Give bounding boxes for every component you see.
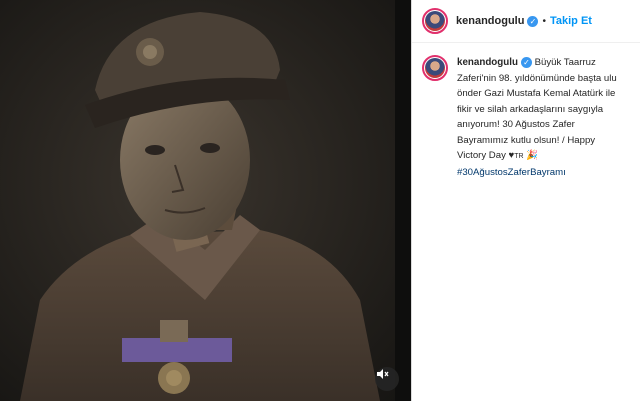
caption-text: Büyük Taarruz Zaferi'nin 98. yıldönümünd… — [457, 57, 617, 161]
post-media[interactable] — [0, 0, 411, 401]
caption: kenandogulu ✓ Büyük Taarruz Zaferi'nin 98… — [457, 55, 622, 180]
portrait-image — [0, 0, 411, 401]
caption-avatar[interactable] — [422, 55, 448, 81]
verified-badge-icon: ✓ — [520, 56, 532, 68]
party-emoji: 🎉 — [526, 150, 539, 161]
caption-row: kenandogulu ✓ Büyük Taarruz Zaferi'nin 98… — [412, 43, 640, 180]
separator-dot: • — [542, 15, 546, 27]
caption-username[interactable]: kenandogulu — [457, 57, 518, 68]
username[interactable]: kenandogulu — [456, 15, 524, 27]
hashtag-link[interactable]: #30AğustosZaferBayramı — [457, 167, 566, 178]
flag-label: TR — [514, 153, 524, 160]
mute-button[interactable] — [375, 367, 399, 391]
verified-badge-icon: ✓ — [527, 15, 539, 27]
post-sidebar: kenandogulu ✓ • Takip Et kenandogulu ✓ Bü… — [411, 0, 640, 401]
speaker-muted-icon — [377, 369, 389, 379]
instagram-post: kenandogulu ✓ • Takip Et kenandogulu ✓ Bü… — [0, 0, 640, 401]
follow-button[interactable]: Takip Et — [550, 15, 592, 27]
post-header: kenandogulu ✓ • Takip Et — [412, 0, 640, 43]
avatar[interactable] — [422, 8, 448, 34]
